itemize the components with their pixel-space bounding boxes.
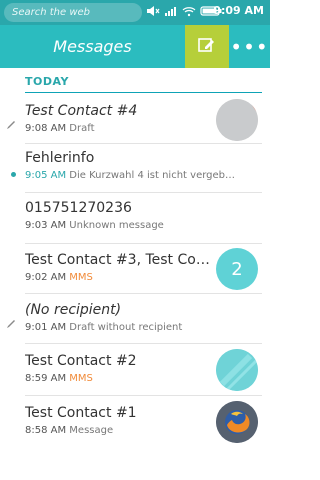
thread-detail: Draft without recipient [69, 322, 183, 333]
contact-avatar [216, 99, 258, 141]
section-today-label: TODAY [25, 75, 69, 88]
thread-row[interactable]: Fehlerinfo 9:05 AM Die Kurzwahl 4 ist ni… [0, 146, 270, 194]
more-options-button[interactable]: ••• [229, 25, 270, 68]
thread-name: Test Contact #4 [25, 103, 138, 119]
status-time: 9:09 AM [213, 4, 264, 17]
thread-detail: Unknown message [69, 220, 164, 231]
group-count-badge: 2 [216, 248, 258, 290]
thread-time: 9:01 AM [25, 322, 67, 333]
thread-time: 9:05 AM [25, 170, 67, 181]
row-separator [25, 293, 262, 294]
app-header: Messages ••• [0, 25, 270, 68]
thread-row[interactable]: 015751270236 9:03 AM Unknown message [0, 196, 270, 244]
thread-row[interactable]: Test Contact #1 8:58 AM Message [0, 401, 270, 449]
search-bar[interactable]: Search the web [4, 3, 142, 22]
thread-detail: Draft [69, 123, 95, 134]
thread-name: Test Contact #3, Test Cont… [25, 252, 210, 268]
thread-meta: 9:03 AM Unknown message [25, 220, 265, 231]
search-placeholder: Search the web [12, 7, 91, 18]
status-bar: Search the web 9:09 AM [0, 0, 270, 25]
thread-meta: 9:01 AM Draft without recipient [25, 322, 265, 333]
compose-icon [197, 35, 217, 59]
unread-indicator [11, 172, 16, 177]
draft-pencil-icon [6, 314, 16, 328]
row-separator [25, 243, 262, 244]
compose-button[interactable] [185, 25, 229, 68]
thread-detail: MMS [69, 373, 93, 384]
thread-detail: Message [69, 425, 114, 436]
thread-row[interactable]: Test Contact #2 8:59 AM MMS [0, 349, 270, 397]
wifi-icon [182, 5, 196, 20]
signal-icon [164, 5, 178, 20]
more-options-icon: ••• [230, 34, 269, 59]
page-title: Messages [53, 37, 132, 56]
firefox-avatar-icon [216, 401, 258, 443]
thread-name: Test Contact #2 [25, 353, 137, 369]
thread-name: (No recipient) [25, 302, 122, 318]
row-separator [25, 143, 262, 144]
thread-name: Test Contact #1 [25, 405, 137, 421]
status-icons [146, 4, 222, 21]
thread-time: 9:03 AM [25, 220, 67, 231]
thread-name: 015751270236 [25, 200, 132, 216]
thread-meta: 9:05 AM Die Kurzwahl 4 ist nicht vergeb… [25, 170, 265, 181]
thread-time: 8:59 AM [25, 373, 67, 384]
section-divider [25, 92, 262, 93]
thread-row[interactable]: (No recipient) 9:01 AM Draft without rec… [0, 298, 270, 346]
row-separator [25, 343, 262, 344]
row-separator [25, 192, 262, 193]
contact-avatar [216, 349, 258, 391]
thread-detail: Die Kurzwahl 4 ist nicht vergeb… [69, 170, 235, 181]
thread-name: Fehlerinfo [25, 150, 95, 166]
row-separator [25, 395, 262, 396]
thread-time: 8:58 AM [25, 425, 67, 436]
draft-pencil-icon [6, 115, 16, 129]
mute-icon [146, 5, 160, 20]
thread-time: 9:08 AM [25, 123, 67, 134]
thread-time: 9:02 AM [25, 272, 67, 283]
thread-row[interactable]: Test Contact #3, Test Cont… 9:02 AM MMS … [0, 248, 270, 296]
thread-detail: MMS [69, 272, 93, 283]
thread-row[interactable]: Test Contact #4 9:08 AM Draft [0, 99, 270, 147]
